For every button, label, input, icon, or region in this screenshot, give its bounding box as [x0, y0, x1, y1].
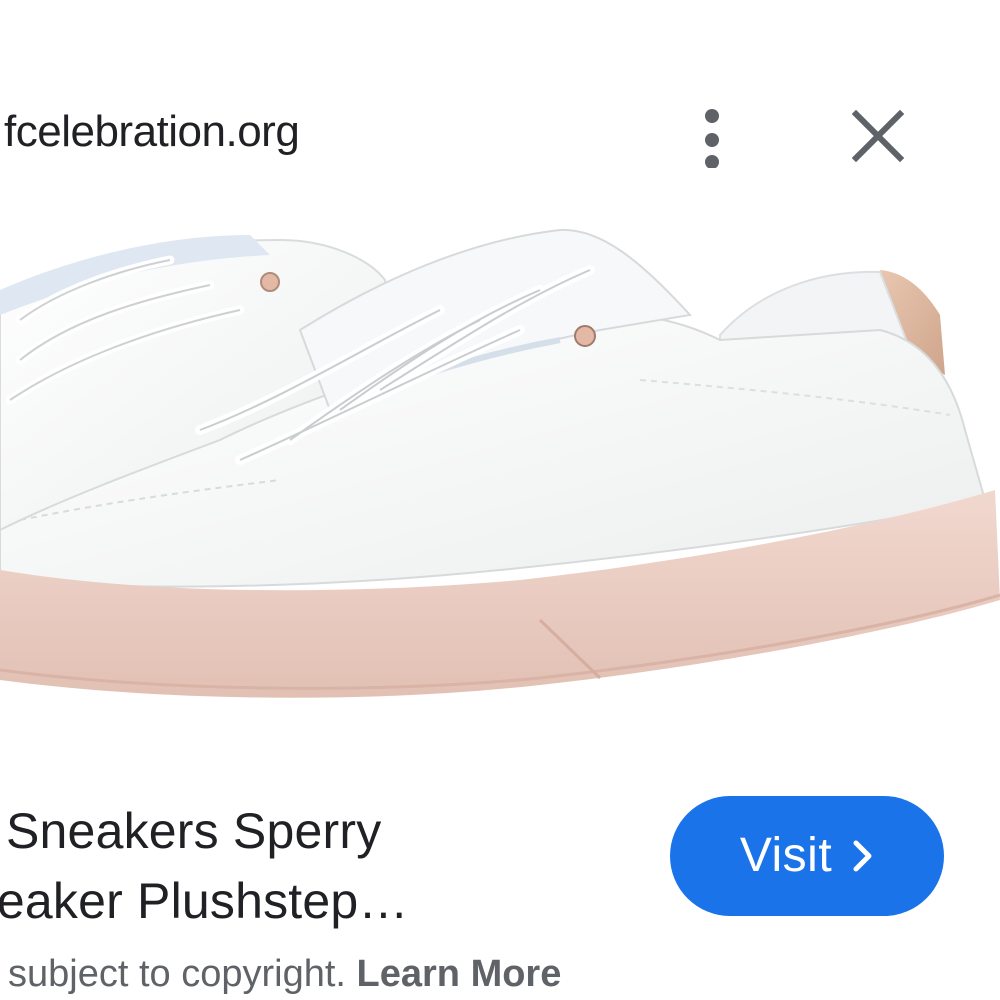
copyright-notice: subject to copyright. Learn More	[8, 950, 561, 998]
source-domain[interactable]: fcelebration.org	[4, 104, 300, 160]
more-vert-icon	[705, 109, 719, 168]
more-options-button[interactable]	[680, 96, 744, 176]
sneaker-image	[0, 228, 1000, 698]
product-title-line-1: Sneakers Sperry	[6, 803, 382, 859]
chevron-right-icon	[853, 840, 872, 872]
product-title[interactable]: Sneakers Sperry reaker Plushstep…	[0, 796, 650, 936]
visit-button[interactable]: Visit	[670, 796, 944, 916]
image-preview-panel: fcelebration.org Sneakers Sperry reaker …	[0, 0, 1000, 1000]
learn-more-link[interactable]: Learn More	[357, 953, 562, 995]
product-image[interactable]	[0, 200, 1000, 760]
product-title-line-2: reaker Plushstep…	[0, 873, 409, 929]
close-icon	[852, 110, 904, 162]
copyright-text: subject to copyright.	[8, 953, 346, 995]
visit-button-label: Visit	[739, 829, 833, 882]
close-button[interactable]	[838, 100, 918, 172]
